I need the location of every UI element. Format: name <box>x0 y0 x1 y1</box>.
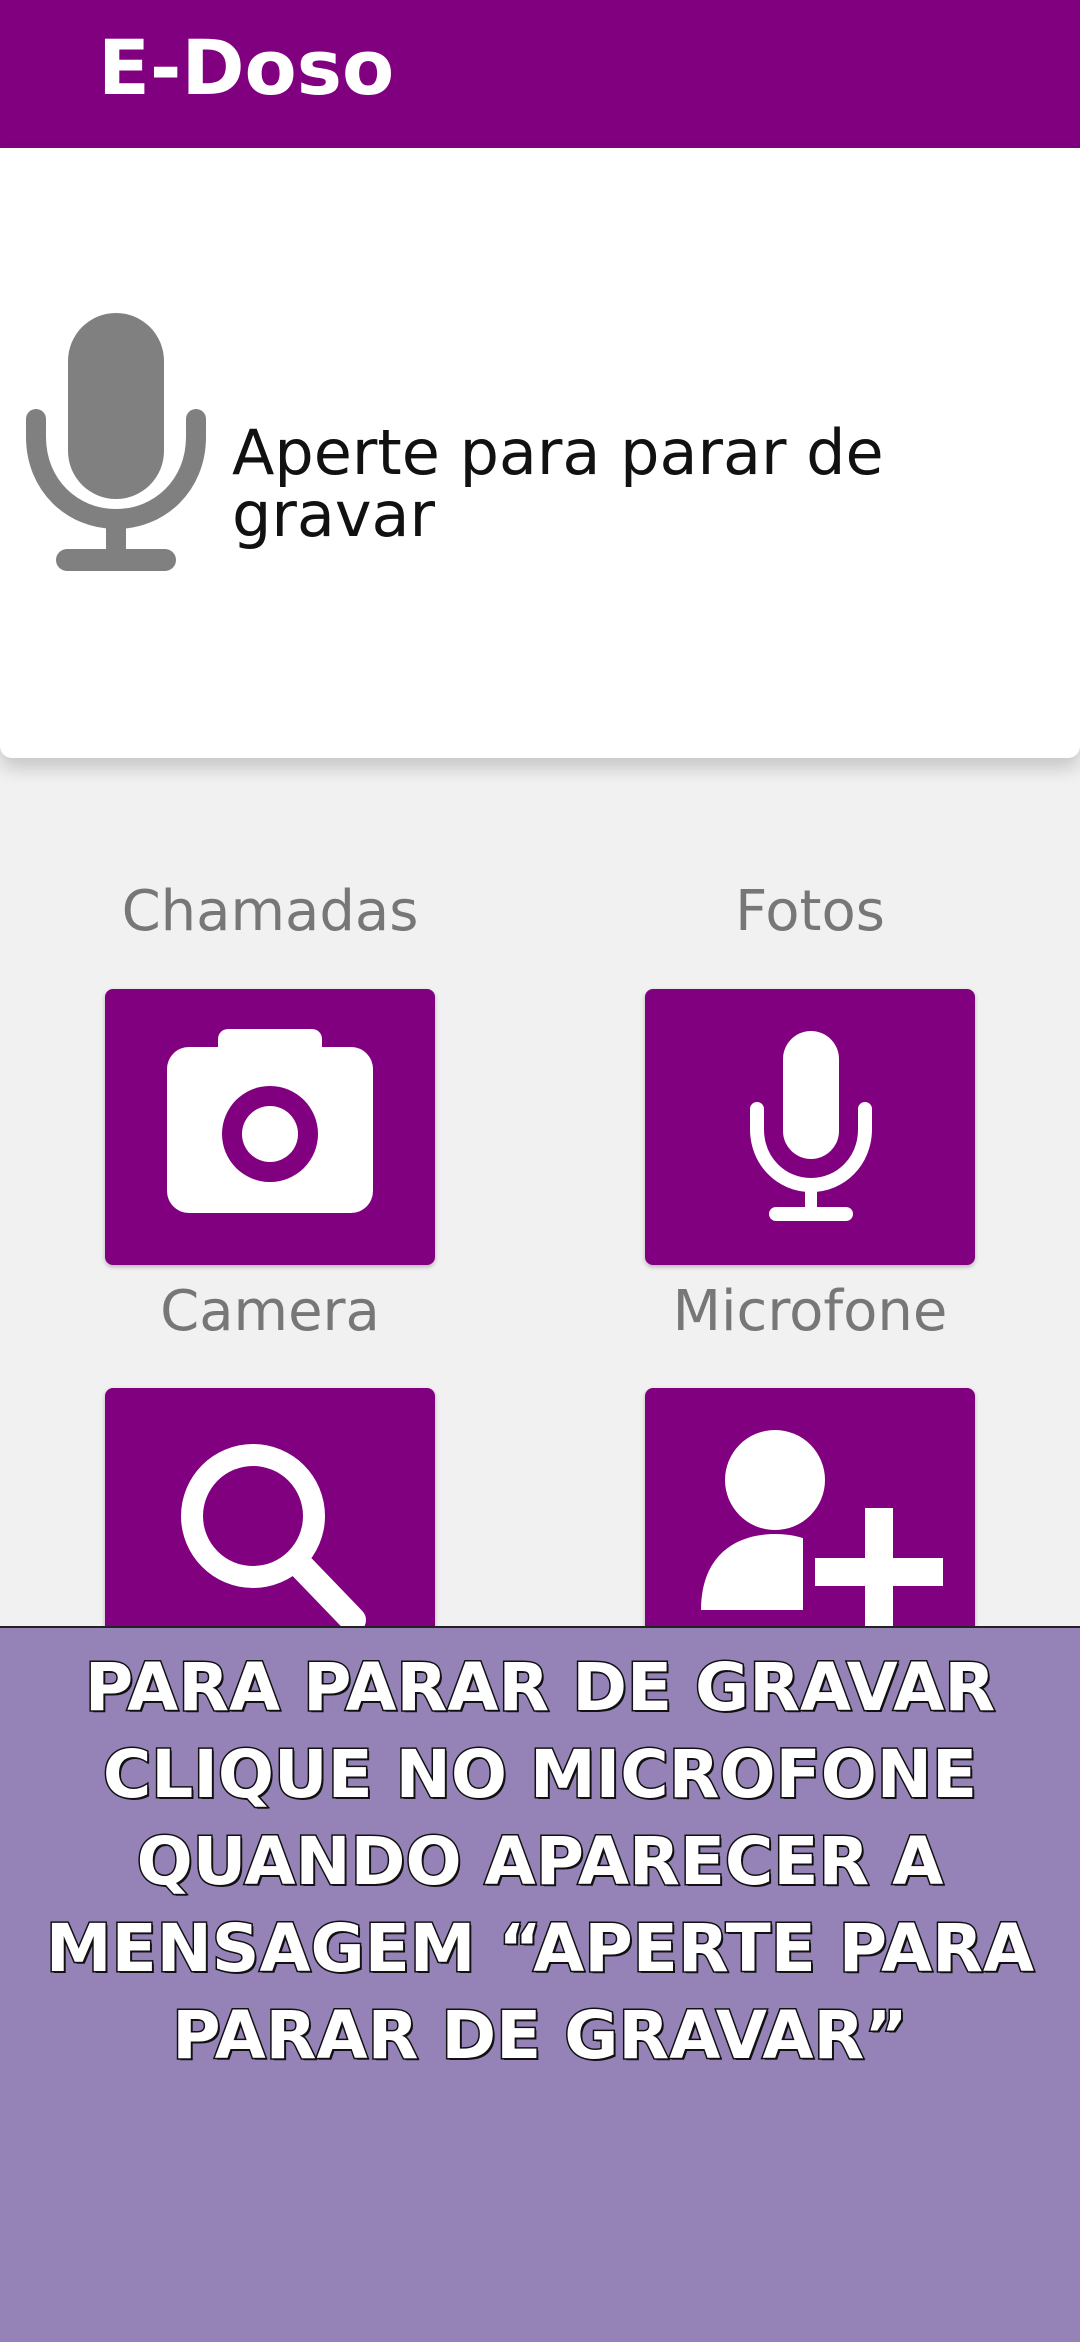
app-bar: E-Doso <box>0 0 1080 148</box>
tile-label-microfone: Microfone <box>672 1279 948 1344</box>
add-contact-icon <box>701 1430 943 1636</box>
caption-line-3: QUANDO APARECER A <box>135 1822 945 1902</box>
tile-microfone[interactable] <box>645 989 975 1265</box>
tile-label-camera: Camera <box>160 1279 380 1344</box>
tile-camera[interactable] <box>105 989 435 1265</box>
dialog-message: Aperte para parar de gravar <box>232 416 884 551</box>
tile-label-fotos: Fotos <box>735 879 885 944</box>
recording-dialog[interactable]: Aperte para parar de gravar <box>0 148 1080 758</box>
tile-add-contact[interactable] <box>645 1388 975 1664</box>
caption-line-2: CLIQUE NO MICROFONE <box>101 1735 978 1815</box>
app-title: E-Doso <box>98 23 395 112</box>
instruction-caption: PARA PARAR DE GRAVAR CLIQUE NO MICROFONE… <box>20 1644 1060 2079</box>
microphone-icon[interactable] <box>26 313 206 575</box>
caption-line-5: PARAR DE GRAVAR” <box>171 1996 909 2076</box>
tile-search[interactable] <box>105 1388 435 1664</box>
camera-icon <box>167 1029 373 1213</box>
search-icon <box>181 1444 366 1633</box>
caption-line-1: PARA PARAR DE GRAVAR <box>83 1648 996 1728</box>
caption-line-4: MENSAGEM “APERTE PARA <box>44 1909 1035 1989</box>
tile-label-chamadas: Chamadas <box>121 879 419 944</box>
instruction-overlay: PARA PARAR DE GRAVAR CLIQUE NO MICROFONE… <box>0 1626 1080 2342</box>
microphone-icon <box>750 1031 872 1221</box>
